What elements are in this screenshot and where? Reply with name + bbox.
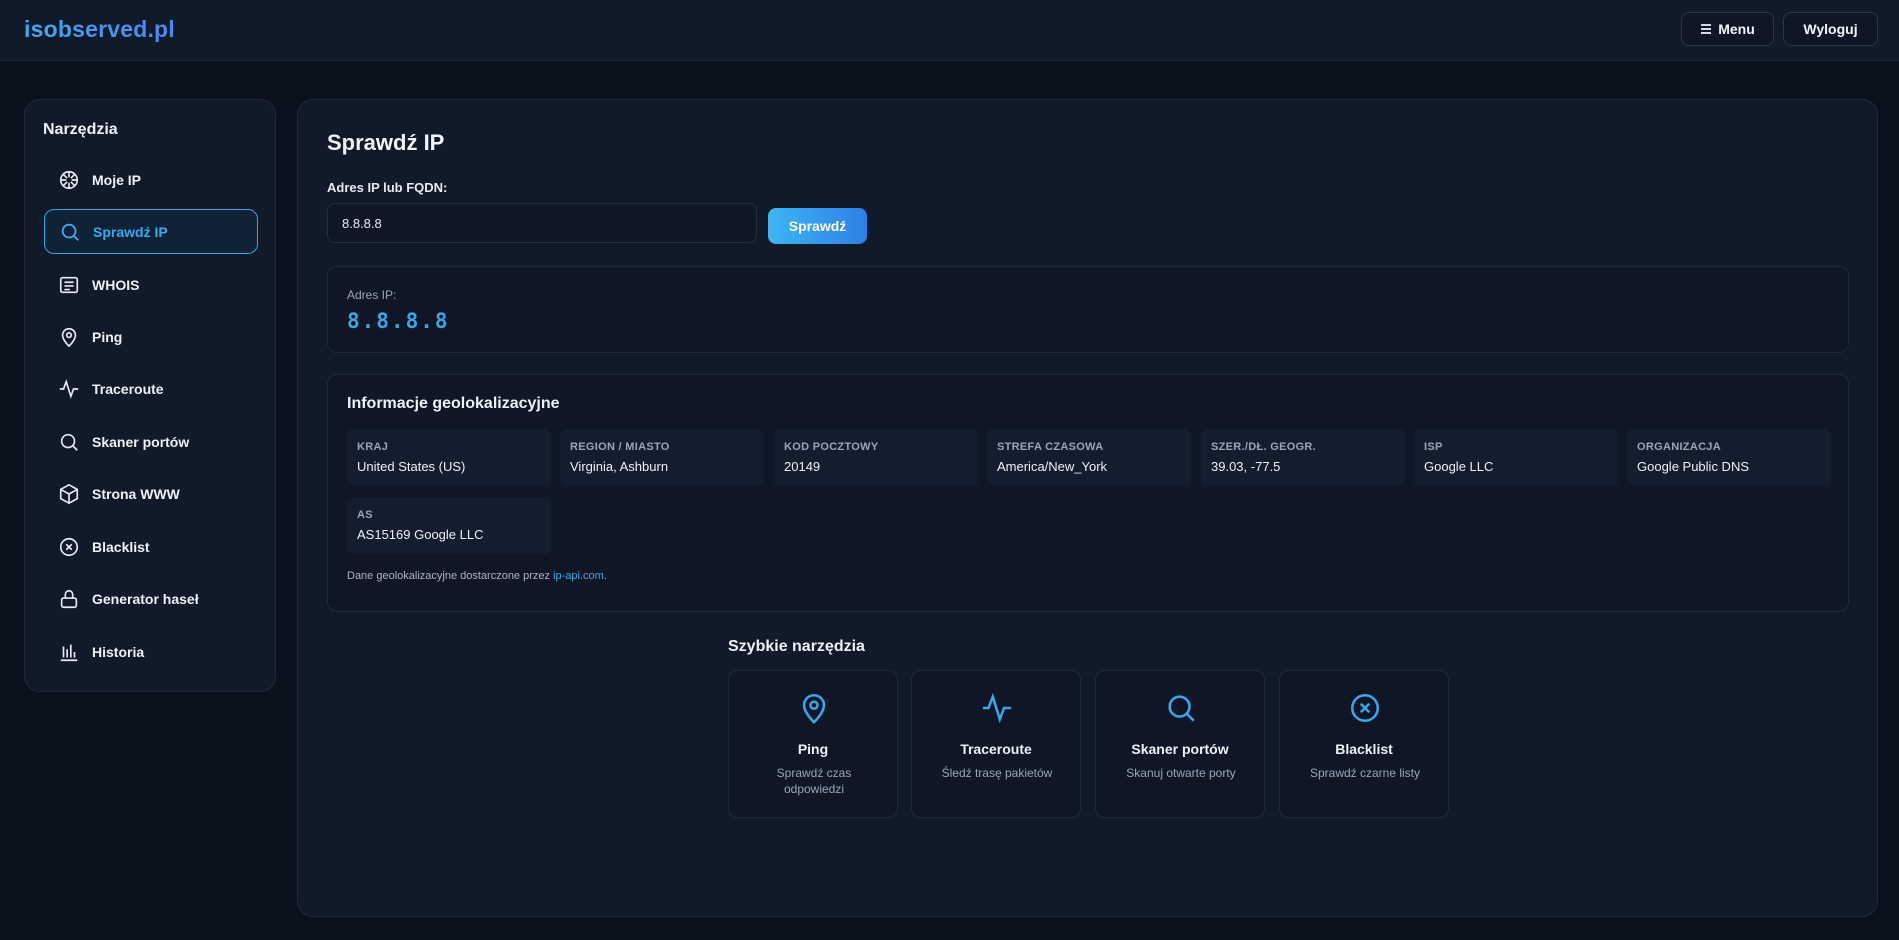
page-title: Sprawdź IP bbox=[327, 130, 445, 155]
geo-field-value: Google LLC bbox=[1424, 459, 1494, 474]
quick-tool-name: Blacklist bbox=[1335, 741, 1393, 757]
sidebar: Narzędzia Moje IP Sprawdź IP WHOIS Ping … bbox=[24, 99, 276, 692]
quick-tool-desc: Sprawdź czas odpowiedzi bbox=[776, 766, 852, 796]
geo-field-key: ISP bbox=[1424, 441, 1443, 453]
geo-field-value: 20149 bbox=[784, 459, 821, 474]
menu-button[interactable]: Menu bbox=[1681, 12, 1774, 46]
geo-field-key: STREFA CZASOWA bbox=[997, 441, 1104, 453]
ip-input-label: Adres IP lub FQDN: bbox=[327, 180, 448, 195]
main-panel: Sprawdź IP Adres IP lub FQDN: Sprawdź Ad… bbox=[297, 99, 1878, 917]
credit-text: Dane geolokalizacyjne dostarczone przez bbox=[347, 570, 551, 582]
ip-result-card: Adres IP: 8.8.8.8 bbox=[327, 266, 1849, 353]
ip-input[interactable] bbox=[327, 203, 757, 243]
sidebar-item-label: Skaner portów bbox=[92, 433, 190, 450]
sidebar-item-label: Historia bbox=[92, 643, 145, 660]
quick-tool-desc: Sprawdź czarne listy bbox=[1309, 766, 1421, 780]
sidebar-item-strona-www[interactable]: Strona WWW bbox=[44, 471, 258, 516]
quick-tool-ping[interactable]: Ping Sprawdź czas odpowiedzi bbox=[728, 670, 898, 818]
geo-field-key: ORGANIZACJA bbox=[1637, 441, 1721, 453]
geo-field-value: United States (US) bbox=[357, 459, 466, 474]
sidebar-item-moje-ip[interactable]: Moje IP bbox=[44, 157, 258, 202]
geolocation-title: Informacje geolokalizacyjne bbox=[347, 395, 560, 412]
credit-suffix: . bbox=[603, 570, 607, 582]
geo-field-organization: ORGANIZACJA Google Public DNS bbox=[1627, 429, 1831, 486]
sidebar-item-label: Sprawdź IP bbox=[93, 223, 168, 240]
quick-tool-traceroute[interactable]: Traceroute Śledź trasę pakietów bbox=[911, 670, 1081, 818]
sidebar-item-blacklist[interactable]: Blacklist bbox=[44, 524, 258, 569]
geo-field-key: SZER./DŁ. GEOGR. bbox=[1211, 441, 1317, 453]
menu-button-label: Menu bbox=[1718, 21, 1755, 37]
sidebar-item-label: Strona WWW bbox=[92, 485, 180, 502]
ip-result-value: 8.8.8.8 bbox=[347, 309, 450, 333]
sidebar-item-label: WHOIS bbox=[92, 276, 140, 293]
quick-tools-title: Szybkie narzędzia bbox=[728, 638, 865, 655]
sidebar-item-historia[interactable]: Historia bbox=[44, 629, 258, 674]
document-icon bbox=[59, 276, 79, 293]
sidebar-item-traceroute[interactable]: Traceroute bbox=[44, 366, 258, 411]
geolocation-card: Informacje geolokalizacyjne KRAJ United … bbox=[327, 374, 1849, 612]
search-icon bbox=[61, 223, 79, 241]
geo-field-coordinates: SZER./DŁ. GEOGR. 39.03, -77.5 bbox=[1201, 429, 1405, 486]
geo-field-as: AS AS15169 Google LLC bbox=[347, 497, 551, 554]
geo-field-timezone: STREFA CZASOWA America/New_York bbox=[987, 429, 1191, 486]
geo-field-key: KOD POCZTOWY bbox=[784, 441, 879, 453]
x-circle-icon bbox=[59, 537, 79, 556]
sidebar-item-label: Traceroute bbox=[92, 380, 164, 397]
hamburger-icon bbox=[1701, 24, 1712, 34]
activity-icon bbox=[982, 692, 1012, 724]
geo-field-key: KRAJ bbox=[357, 441, 389, 453]
geo-field-value: America/New_York bbox=[997, 459, 1108, 474]
x-circle-icon bbox=[1350, 693, 1380, 723]
quick-tool-port-scanner[interactable]: Skaner portów Skanuj otwarte porty bbox=[1095, 670, 1265, 818]
sidebar-item-label: Ping bbox=[92, 328, 123, 345]
map-pin-icon bbox=[61, 327, 77, 347]
credit-link[interactable]: ip-api.com bbox=[553, 570, 604, 582]
quick-tool-name: Skaner portów bbox=[1131, 741, 1229, 757]
bar-chart-icon bbox=[60, 644, 78, 661]
site-logo[interactable]: isobserved.pl bbox=[24, 16, 175, 43]
sidebar-item-skaner-portow[interactable]: Skaner portów bbox=[44, 419, 258, 464]
sidebar-item-label: Moje IP bbox=[92, 171, 142, 188]
geo-field-key: AS bbox=[357, 509, 373, 521]
sidebar-item-ping[interactable]: Ping bbox=[44, 314, 258, 359]
lock-icon bbox=[60, 589, 78, 608]
geo-field-region: REGION / MIASTO Virginia, Ashburn bbox=[560, 429, 764, 486]
sidebar-item-whois[interactable]: WHOIS bbox=[44, 262, 258, 307]
quick-tool-desc: Śledź trasę pakietów bbox=[941, 766, 1053, 780]
geo-field-postal-code: KOD POCZTOWY 20149 bbox=[774, 429, 978, 486]
logout-button[interactable]: Wyloguj bbox=[1783, 12, 1878, 46]
geo-field-key: REGION / MIASTO bbox=[570, 441, 670, 453]
sidebar-item-sprawdz-ip[interactable]: Sprawdź IP bbox=[44, 209, 258, 254]
quick-tool-blacklist[interactable]: Blacklist Sprawdź czarne listy bbox=[1279, 670, 1449, 818]
sidebar-item-label: Generator haseł bbox=[92, 590, 199, 607]
geo-field-value: 39.03, -77.5 bbox=[1211, 459, 1281, 474]
quick-tool-name: Traceroute bbox=[960, 741, 1032, 757]
sidebar-item-label: Blacklist bbox=[92, 538, 150, 555]
aperture-icon bbox=[59, 170, 79, 189]
geolocation-credit: Dane geolokalizacyjne dostarczone przez … bbox=[347, 570, 607, 582]
quick-tool-desc: Skanuj otwarte porty bbox=[1126, 766, 1236, 780]
geo-field-country: KRAJ United States (US) bbox=[347, 429, 551, 486]
sidebar-item-generator-hasel[interactable]: Generator haseł bbox=[44, 576, 258, 621]
search-icon bbox=[60, 433, 78, 451]
ip-result-label: Adres IP: bbox=[347, 288, 397, 302]
geo-field-value: Google Public DNS bbox=[1637, 459, 1749, 474]
top-bar: isobserved.pl Menu Wyloguj bbox=[0, 0, 1899, 61]
sidebar-title: Narzędzia bbox=[43, 121, 118, 138]
check-button[interactable]: Sprawdź bbox=[768, 208, 867, 244]
geo-field-isp: ISP Google LLC bbox=[1414, 429, 1618, 486]
quick-tool-name: Ping bbox=[797, 741, 829, 757]
map-pin-icon bbox=[802, 693, 826, 724]
cube-icon bbox=[59, 483, 79, 504]
search-icon bbox=[1168, 695, 1195, 722]
activity-icon bbox=[59, 378, 79, 399]
geo-field-value: AS15169 Google LLC bbox=[357, 527, 484, 542]
geo-field-value: Virginia, Ashburn bbox=[570, 459, 669, 474]
